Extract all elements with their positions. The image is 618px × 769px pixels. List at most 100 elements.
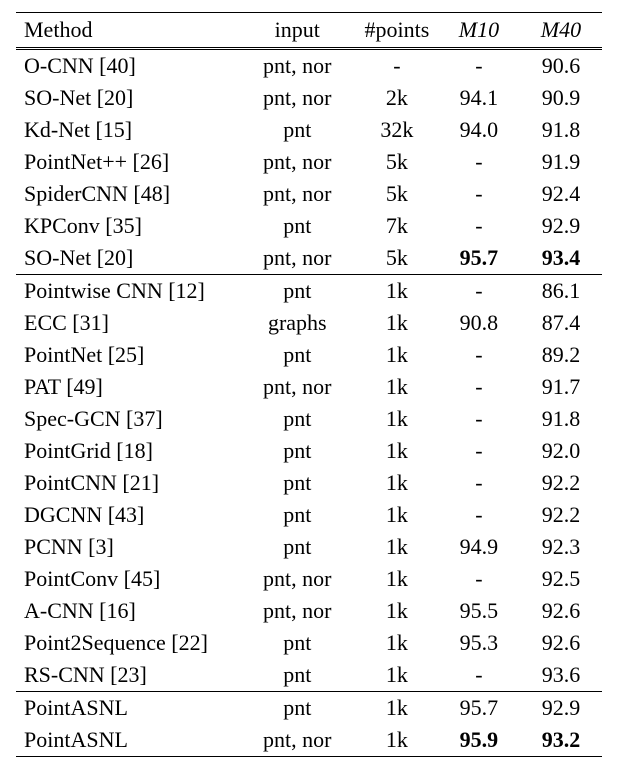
cell-points: 2k	[356, 82, 438, 114]
cell-points: 5k	[356, 178, 438, 210]
cell-method: Point2Sequence [22]	[16, 627, 239, 659]
cell-m40: 92.6	[520, 627, 602, 659]
cell-m40: 91.7	[520, 371, 602, 403]
table-row: PointCNN [21]pnt1k-92.2	[16, 467, 602, 499]
cell-points: 1k	[356, 307, 438, 339]
cell-m10: -	[438, 563, 520, 595]
cell-m40: 92.2	[520, 499, 602, 531]
cell-m10: 90.8	[438, 307, 520, 339]
table-row: A-CNN [16]pnt, nor1k95.592.6	[16, 595, 602, 627]
cell-points: 1k	[356, 435, 438, 467]
cell-method: PAT [49]	[16, 371, 239, 403]
cell-input: pnt, nor	[239, 563, 356, 595]
cell-m10: 95.7	[438, 692, 520, 725]
cell-input: pnt, nor	[239, 595, 356, 627]
table-row: ECC [31]graphs1k90.887.4	[16, 307, 602, 339]
cell-input: pnt	[239, 114, 356, 146]
cell-m40: 91.8	[520, 114, 602, 146]
cell-method: PointASNL	[16, 692, 239, 725]
table-row: SO-Net [20]pnt, nor2k94.190.9	[16, 82, 602, 114]
cell-m40: 92.9	[520, 692, 602, 725]
table-row: PointNet++ [26]pnt, nor5k-91.9	[16, 146, 602, 178]
cell-m40: 91.8	[520, 403, 602, 435]
results-table: Method input #points M10 M40 O-CNN [40]p…	[16, 12, 602, 757]
cell-m40: 92.0	[520, 435, 602, 467]
cell-m40: 92.9	[520, 210, 602, 242]
cell-m40: 87.4	[520, 307, 602, 339]
cell-method: PCNN [3]	[16, 531, 239, 563]
cell-m40: 90.6	[520, 50, 602, 82]
cell-input: pnt	[239, 467, 356, 499]
cell-m10: 95.3	[438, 627, 520, 659]
cell-m10: -	[438, 210, 520, 242]
cell-m40: 86.1	[520, 275, 602, 308]
cell-m10: -	[438, 146, 520, 178]
header-input: input	[239, 13, 356, 49]
cell-method: SO-Net [20]	[16, 242, 239, 275]
cell-m40: 91.9	[520, 146, 602, 178]
cell-points: 7k	[356, 210, 438, 242]
cell-method: O-CNN [40]	[16, 50, 239, 82]
cell-method: SpiderCNN [48]	[16, 178, 239, 210]
header-m40: M40	[520, 13, 602, 49]
cell-m10: 95.7	[438, 242, 520, 275]
cell-input: pnt, nor	[239, 371, 356, 403]
table-row: RS-CNN [23]pnt1k-93.6	[16, 659, 602, 692]
cell-points: 1k	[356, 371, 438, 403]
cell-points: 1k	[356, 403, 438, 435]
cell-input: pnt, nor	[239, 82, 356, 114]
table-row: Point2Sequence [22]pnt1k95.392.6	[16, 627, 602, 659]
cell-m10: 95.5	[438, 595, 520, 627]
cell-input: pnt	[239, 435, 356, 467]
table-row: PointNet [25]pnt1k-89.2	[16, 339, 602, 371]
cell-m40: 92.3	[520, 531, 602, 563]
cell-input: graphs	[239, 307, 356, 339]
cell-input: pnt, nor	[239, 146, 356, 178]
cell-points: 1k	[356, 531, 438, 563]
cell-m10: 95.9	[438, 724, 520, 757]
cell-input: pnt	[239, 531, 356, 563]
table-row: SO-Net [20]pnt, nor5k95.793.4	[16, 242, 602, 275]
cell-points: 32k	[356, 114, 438, 146]
table-row: PointConv [45]pnt, nor1k-92.5	[16, 563, 602, 595]
cell-m40: 93.6	[520, 659, 602, 692]
cell-points: 1k	[356, 339, 438, 371]
cell-m10: -	[438, 403, 520, 435]
cell-points: 5k	[356, 242, 438, 275]
table-row: PCNN [3]pnt1k94.992.3	[16, 531, 602, 563]
cell-m40: 89.2	[520, 339, 602, 371]
cell-method: PointNet++ [26]	[16, 146, 239, 178]
cell-points: 1k	[356, 499, 438, 531]
cell-m10: 94.9	[438, 531, 520, 563]
cell-m10: -	[438, 371, 520, 403]
cell-input: pnt, nor	[239, 724, 356, 757]
cell-points: 1k	[356, 595, 438, 627]
table-row: PointGrid [18]pnt1k-92.0	[16, 435, 602, 467]
cell-m10: -	[438, 50, 520, 82]
cell-points: 1k	[356, 563, 438, 595]
cell-input: pnt, nor	[239, 50, 356, 82]
cell-m40: 93.4	[520, 242, 602, 275]
cell-m10: 94.0	[438, 114, 520, 146]
cell-input: pnt	[239, 627, 356, 659]
cell-method: Kd-Net [15]	[16, 114, 239, 146]
cell-input: pnt	[239, 692, 356, 725]
table-row: O-CNN [40]pnt, nor--90.6	[16, 50, 602, 82]
cell-m10: -	[438, 275, 520, 308]
cell-input: pnt, nor	[239, 242, 356, 275]
cell-method: PointCNN [21]	[16, 467, 239, 499]
cell-points: -	[356, 50, 438, 82]
header-points: #points	[356, 13, 438, 49]
cell-method: PointGrid [18]	[16, 435, 239, 467]
cell-input: pnt, nor	[239, 178, 356, 210]
cell-m10: -	[438, 339, 520, 371]
cell-points: 1k	[356, 659, 438, 692]
cell-m10: -	[438, 178, 520, 210]
cell-method: A-CNN [16]	[16, 595, 239, 627]
cell-input: pnt	[239, 275, 356, 308]
cell-points: 1k	[356, 467, 438, 499]
cell-method: RS-CNN [23]	[16, 659, 239, 692]
table-row: Kd-Net [15]pnt32k94.091.8	[16, 114, 602, 146]
cell-m10: -	[438, 467, 520, 499]
cell-points: 1k	[356, 275, 438, 308]
